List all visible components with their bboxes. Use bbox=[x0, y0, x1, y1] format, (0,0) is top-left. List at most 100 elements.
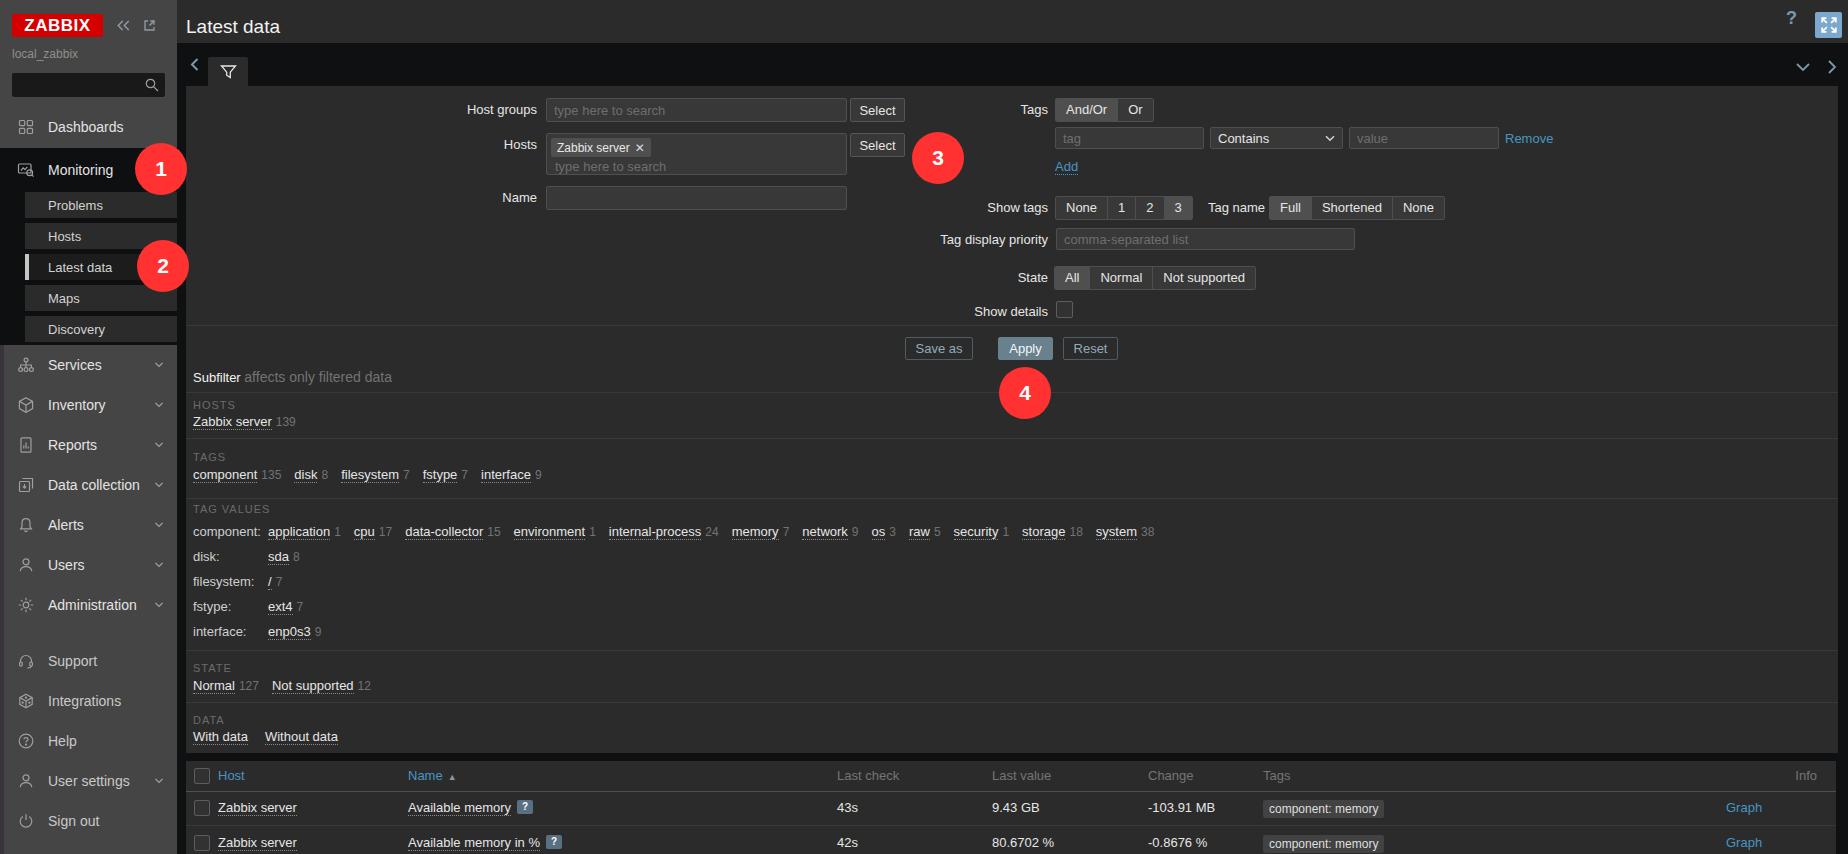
hide-sidebar-icon[interactable] bbox=[142, 18, 157, 36]
subfilter-data-row: With data Without data bbox=[193, 729, 355, 744]
next-page-icon[interactable] bbox=[1826, 59, 1838, 78]
sidebar-item-data-collection[interactable]: Data collection bbox=[0, 465, 177, 505]
row-checkbox[interactable] bbox=[194, 835, 210, 851]
subfilter-state-link[interactable]: Normal bbox=[193, 678, 235, 694]
sidebar-item-sign-out[interactable]: Sign out bbox=[0, 801, 177, 841]
sidebar-search[interactable] bbox=[12, 73, 165, 97]
chevron-down-icon bbox=[154, 361, 164, 369]
subfilter-tag-value-link[interactable]: / bbox=[268, 574, 272, 590]
subfilter-tag-value-link[interactable]: sda bbox=[268, 549, 289, 565]
subfilter-tag-value-link[interactable]: storage bbox=[1022, 524, 1065, 540]
sidebar-item-reports[interactable]: Reports bbox=[0, 425, 177, 465]
subfilter-tag-link[interactable]: interface bbox=[481, 467, 531, 483]
sidebar-item-help[interactable]: Help bbox=[0, 721, 177, 761]
subfilter-data-link[interactable]: Without data bbox=[265, 729, 338, 745]
remove-host-icon[interactable]: ✕ bbox=[635, 141, 645, 155]
sidebar-item-integrations[interactable]: Integrations bbox=[0, 681, 177, 721]
subfilter-tag-value-link[interactable]: network bbox=[802, 524, 848, 540]
annotation-badge-2: 2 bbox=[137, 240, 189, 292]
sidebar-item-discovery[interactable]: Discovery bbox=[25, 316, 177, 342]
subfilter-tag-link[interactable]: disk bbox=[294, 467, 317, 483]
row-checkbox[interactable] bbox=[194, 800, 210, 816]
sidebar-item-inventory[interactable]: Inventory bbox=[0, 385, 177, 425]
tag-name-none-button[interactable]: None bbox=[1392, 197, 1444, 219]
subfilter-tag-value-link[interactable]: memory bbox=[732, 524, 779, 540]
sidebar-item-services[interactable]: Services bbox=[0, 345, 177, 385]
filter-tab[interactable] bbox=[208, 57, 248, 86]
tag-name-shortened-button[interactable]: Shortened bbox=[1311, 197, 1392, 219]
subfilter-tag-value-link[interactable]: security bbox=[954, 524, 999, 540]
save-as-button[interactable]: Save as bbox=[905, 337, 973, 360]
kiosk-mode-button[interactable] bbox=[1815, 12, 1842, 38]
reset-button[interactable]: Reset bbox=[1063, 337, 1118, 360]
collapse-sidebar-icon[interactable] bbox=[116, 18, 131, 36]
sidebar-item-users[interactable]: Users bbox=[0, 545, 177, 585]
row-host-link[interactable]: Zabbix server bbox=[218, 800, 297, 816]
subfilter-host-link[interactable]: Zabbix server bbox=[193, 414, 272, 430]
row-tag-chip[interactable]: component: memory bbox=[1263, 800, 1384, 818]
sign-out-icon bbox=[17, 812, 35, 830]
zabbix-logo[interactable]: ZABBIX bbox=[12, 14, 103, 37]
subfilter-tag-value-link[interactable]: environment bbox=[514, 524, 586, 540]
host-groups-input[interactable] bbox=[546, 98, 847, 122]
state-not-supported-button[interactable]: Not supported bbox=[1152, 267, 1255, 289]
subfilter-tag-value-link[interactable]: application bbox=[268, 524, 330, 540]
back-arrow-icon[interactable] bbox=[188, 57, 203, 75]
host-chip[interactable]: Zabbix server✕ bbox=[551, 138, 651, 157]
page-help-icon[interactable]: ? bbox=[1786, 8, 1797, 29]
subfilter-tag-value-link[interactable]: ext4 bbox=[268, 599, 293, 615]
apply-button[interactable]: Apply bbox=[998, 337, 1053, 360]
column-header-host[interactable]: Host bbox=[218, 761, 245, 791]
subfilter-tag-link[interactable]: component bbox=[193, 467, 257, 483]
row-host-link[interactable]: Zabbix server bbox=[218, 835, 297, 851]
tag-remove-link[interactable]: Remove bbox=[1505, 131, 1553, 146]
state-all-button[interactable]: All bbox=[1055, 267, 1089, 289]
sidebar-item-user-settings[interactable]: User settings bbox=[0, 761, 177, 801]
subfilter-tag-value-link[interactable]: enp0s3 bbox=[268, 624, 311, 640]
hosts-input[interactable]: Zabbix server✕ type here to search bbox=[546, 133, 847, 175]
tag-value-input[interactable] bbox=[1349, 127, 1499, 149]
row-graph-link[interactable]: Graph bbox=[1726, 835, 1762, 850]
row-graph-link[interactable]: Graph bbox=[1726, 800, 1762, 815]
subfilter-tag-value-link[interactable]: internal-process bbox=[609, 524, 702, 540]
sidebar-item-support[interactable]: Support bbox=[0, 641, 177, 681]
subfilter-state-heading: STATE bbox=[193, 662, 232, 674]
subfilter-tag-value-link[interactable]: system bbox=[1096, 524, 1137, 540]
sort-asc-icon: ▲ bbox=[448, 772, 457, 782]
item-help-icon[interactable]: ? bbox=[517, 800, 533, 814]
tag-input[interactable] bbox=[1055, 127, 1204, 149]
tag-values-key: fstype: bbox=[193, 599, 231, 614]
tags-or-button[interactable]: Or bbox=[1117, 99, 1152, 121]
subfilter-tag-value-link[interactable]: data-collector bbox=[405, 524, 483, 540]
hosts-select-button[interactable]: Select bbox=[850, 133, 905, 157]
subfilter-tag-value-link[interactable]: raw bbox=[909, 524, 930, 540]
tag-display-priority-input[interactable] bbox=[1056, 228, 1355, 250]
sidebar-search-input[interactable] bbox=[18, 73, 138, 97]
state-normal-button[interactable]: Normal bbox=[1089, 267, 1152, 289]
data-collection-icon bbox=[17, 476, 35, 494]
item-help-icon[interactable]: ? bbox=[546, 835, 562, 849]
row-item-name-link[interactable]: Available memory in % bbox=[408, 835, 540, 851]
name-input[interactable] bbox=[546, 186, 847, 210]
collapse-filter-icon[interactable] bbox=[1795, 62, 1811, 77]
subfilter-tag-value-link[interactable]: os bbox=[872, 524, 886, 540]
sidebar-item-alerts[interactable]: Alerts bbox=[0, 505, 177, 545]
tag-name-full-button[interactable]: Full bbox=[1270, 197, 1311, 219]
sidebar-item-dashboards[interactable]: Dashboards bbox=[0, 107, 177, 147]
sidebar-item-administration[interactable]: Administration bbox=[0, 585, 177, 625]
column-header-name[interactable]: Name▲ bbox=[408, 761, 457, 791]
tags-andor-button[interactable]: And/Or bbox=[1056, 99, 1117, 121]
show-details-checkbox[interactable] bbox=[1056, 301, 1073, 318]
row-tag-chip[interactable]: component: memory bbox=[1263, 835, 1384, 853]
sidebar-item-problems[interactable]: Problems bbox=[25, 192, 177, 218]
subfilter-tag-link[interactable]: fstype bbox=[423, 467, 458, 483]
select-all-checkbox[interactable] bbox=[194, 768, 210, 784]
subfilter-data-link[interactable]: With data bbox=[193, 729, 248, 745]
subfilter-tag-value-link[interactable]: cpu bbox=[354, 524, 375, 540]
tag-add-link[interactable]: Add bbox=[1055, 159, 1078, 175]
subfilter-state-link[interactable]: Not supported bbox=[272, 678, 354, 694]
subfilter-tag-link[interactable]: filesystem bbox=[341, 467, 399, 483]
tag-match-select[interactable]: Contains bbox=[1210, 127, 1343, 149]
annotation-badge-1: 1 bbox=[135, 143, 187, 195]
row-item-name-link[interactable]: Available memory bbox=[408, 800, 511, 816]
